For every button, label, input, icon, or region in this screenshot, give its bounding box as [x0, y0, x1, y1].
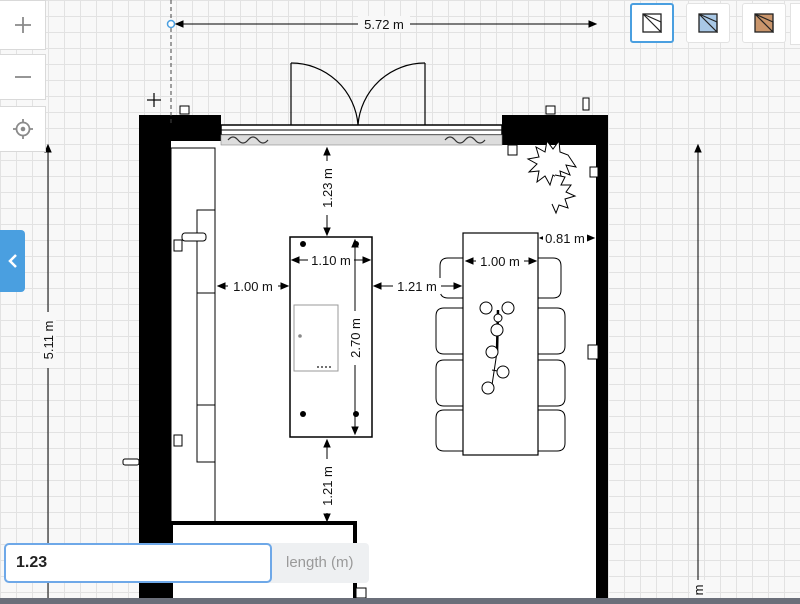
- dim-right-height-label[interactable]: m: [690, 580, 706, 600]
- plus-icon: [14, 17, 31, 33]
- socket[interactable]: [173, 239, 183, 252]
- socket[interactable]: [587, 344, 599, 360]
- wall-lamp[interactable]: [122, 458, 140, 466]
- socket[interactable]: [545, 105, 556, 115]
- svg-text:0.81 m: 0.81 m: [545, 231, 585, 246]
- svg-text:1.21 m: 1.21 m: [320, 466, 335, 506]
- swatch-wood[interactable]: [742, 3, 786, 43]
- guide-handle[interactable]: [166, 19, 176, 29]
- svg-text:5.11 m: 5.11 m: [41, 321, 56, 360]
- wall-top-right[interactable]: [502, 115, 608, 145]
- dim-left-height-label[interactable]: 5.11 m: [40, 312, 56, 368]
- dim-island-to-table-label[interactable]: 1.21 m: [393, 278, 441, 294]
- dim-table-width-label[interactable]: 1.00 m: [476, 253, 524, 269]
- svg-text:1.00 m: 1.00 m: [480, 254, 520, 269]
- swatch-outline[interactable]: [630, 3, 674, 43]
- dim-table-to-wall-label[interactable]: 0.81 m: [543, 230, 587, 246]
- dim-island-to-top-label[interactable]: 1.23 m: [319, 161, 335, 215]
- length-input-group: length (m): [4, 543, 369, 583]
- socket[interactable]: [582, 97, 590, 111]
- socket[interactable]: [173, 434, 183, 447]
- socket[interactable]: [507, 144, 518, 156]
- zoom-out-button[interactable]: [0, 54, 46, 100]
- dim-island-width-label[interactable]: 1.10 m: [308, 252, 354, 268]
- svg-text:1.21 m: 1.21 m: [397, 279, 437, 294]
- dim-left-gap-label[interactable]: 1.00 m: [228, 278, 278, 294]
- wood-material-icon: [754, 13, 774, 33]
- svg-text:1.00 m: 1.00 m: [233, 279, 273, 294]
- dim-island-length-label[interactable]: 2.70 m: [347, 311, 363, 365]
- dim-top-width-label[interactable]: 5.72 m: [358, 16, 410, 32]
- svg-text:5.72 m: 5.72 m: [364, 17, 404, 32]
- chevron-left-icon: [7, 254, 17, 268]
- wall-top-left[interactable]: [139, 115, 221, 141]
- faucet[interactable]: [181, 232, 207, 242]
- minus-icon: [14, 76, 31, 78]
- svg-text:m: m: [691, 585, 706, 596]
- cursor-crosshair: [147, 93, 161, 107]
- center-view-button[interactable]: [0, 106, 46, 152]
- crosshair-icon: [12, 119, 33, 139]
- swatch-blue[interactable]: [686, 3, 730, 43]
- bottom-bar: [0, 598, 800, 604]
- material-swatches: [630, 3, 786, 43]
- socket[interactable]: [179, 105, 190, 115]
- wall-left[interactable]: [139, 115, 171, 604]
- dim-island-to-bottom-label[interactable]: 1.21 m: [319, 459, 335, 513]
- blue-material-icon: [698, 13, 718, 33]
- collapse-panel-button[interactable]: [0, 230, 25, 292]
- swatch-partial[interactable]: [790, 3, 800, 45]
- length-input[interactable]: [4, 543, 272, 583]
- cooktop[interactable]: [293, 304, 339, 372]
- svg-text:1.23 m: 1.23 m: [320, 168, 335, 208]
- svg-text:1.10 m: 1.10 m: [311, 253, 351, 268]
- length-unit-label: length (m): [286, 554, 354, 571]
- zoom-in-button[interactable]: [0, 0, 46, 50]
- socket[interactable]: [589, 166, 599, 178]
- svg-text:2.70 m: 2.70 m: [348, 318, 363, 358]
- socket[interactable]: [355, 587, 367, 599]
- floor-plan-canvas[interactable]: 5.72 m 5.11 m m 1.23 m 1.10 m 2.70 m 1.0…: [0, 0, 800, 604]
- outline-material-icon: [642, 13, 662, 33]
- double-door[interactable]: [290, 62, 426, 126]
- counter-unit[interactable]: [196, 209, 216, 463]
